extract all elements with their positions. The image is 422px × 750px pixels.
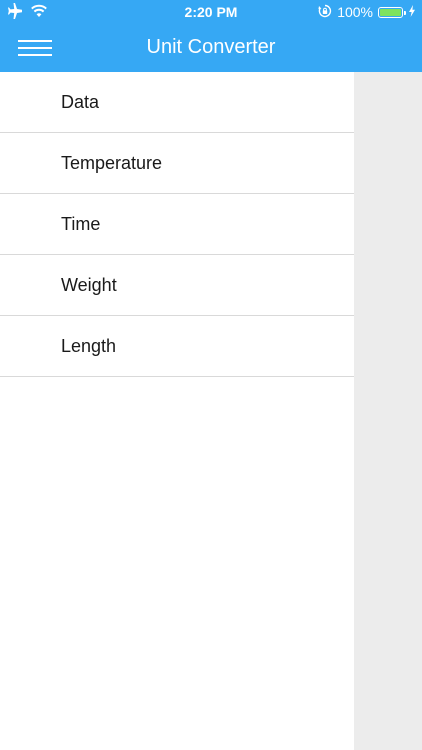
drawer-item-temperature[interactable]: Temperature [0, 133, 354, 194]
drawer-item-length[interactable]: Length [0, 316, 354, 377]
drawer-item-weight[interactable]: Weight [0, 255, 354, 316]
top-bar: 2:20 PM 100% Unit Converter [0, 0, 422, 72]
navigation-bar: Unit Converter [0, 24, 422, 72]
drawer-item-time[interactable]: Time [0, 194, 354, 255]
drawer-item-data[interactable]: Data [0, 72, 354, 133]
drawer-menu-list: Data Temperature Time Weight Length [0, 72, 354, 377]
battery-percent: 100% [337, 4, 373, 20]
app-screen: 2:20 PM 100% Unit Converter Data Tempera… [0, 0, 422, 750]
page-title: Unit Converter [146, 36, 276, 58]
status-right: 100% [318, 3, 416, 21]
charging-icon [408, 4, 416, 20]
orientation-lock-icon [318, 4, 332, 21]
side-drawer: Data Temperature Time Weight Length [0, 72, 354, 750]
battery-level-fill [380, 8, 401, 16]
status-bar: 2:20 PM 100% [0, 0, 422, 24]
battery-icon [378, 6, 406, 18]
